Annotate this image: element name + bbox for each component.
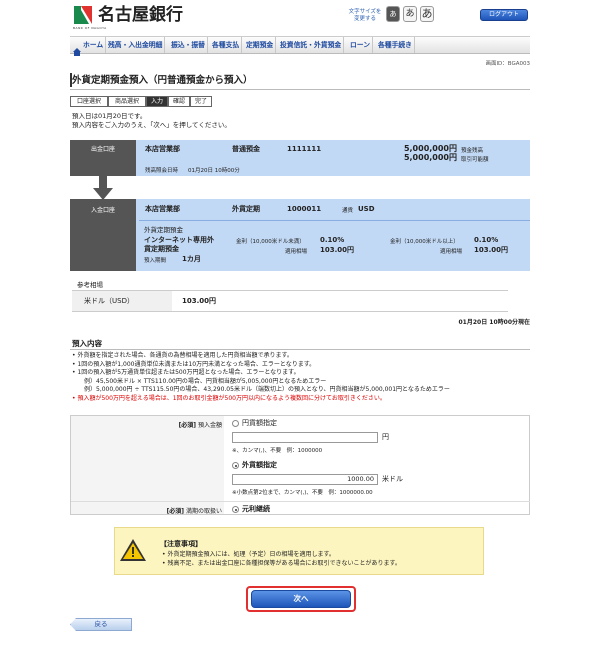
bank-name-sub: BANK OF NAGOYA [73,26,107,30]
withdraw-branch: 本店営業部 [145,145,180,153]
step-confirm: 確認 [168,96,190,107]
rate1-fx-value: 103.00円 [320,246,355,254]
note-warning: • 預入額が500万円を超える場合は、1回のお取引金額が500万円以内になるよう… [72,394,386,402]
note-2: • 1回の預入額が1,000通貨単位未満または10万円未満となった場合、エラーと… [72,360,316,368]
reference-rate-value: 103.00円 [182,297,217,305]
withdraw-asof-label: 残高照会日時 [145,168,179,174]
nav-item-loan[interactable]: ローン [348,37,374,53]
nav-item-investment[interactable]: 投資信託・外貨預金 [278,37,345,53]
reference-rate-currency: 米ドル（USD） [84,297,134,305]
bank-name: 名古屋銀行 [98,5,183,25]
nav-item-transfer[interactable]: 振込・振替 [169,37,208,53]
caution-title: 【注意事項】 [160,540,202,548]
period-label: 預入期間 [144,258,167,264]
nav-item-payments[interactable]: 各種支払 [210,37,243,53]
period-value: 1カ月 [182,255,201,263]
step-input: 入力 [146,96,168,107]
fx-amount-input[interactable]: 1000.00 [232,474,378,485]
deposit-number: 1000011 [287,205,322,213]
warning-icon [120,539,146,561]
caution-list: • 外貨定期預金預入には、処理（予定）日の相場を適用します。 • 残高不足、また… [162,550,401,568]
maturity-label: [必須] 満期の取扱い [166,508,222,515]
deposit-type: 外貨定期 [232,205,260,213]
step-account: 口座選択 [70,96,108,107]
reference-rate-timestamp: 01月20日 10時00分現在 [458,319,531,326]
yen-amount-input[interactable] [232,432,378,443]
intro-line-2: 預入内容をご入力のうえ、「次へ」を押してください。 [72,121,231,129]
fx-option-label: 外貨額指定 [242,461,277,469]
font-size-medium-button[interactable]: あ [403,6,417,22]
deposit-notes: • 外貨額を指定された場合、各通貨の為替相場を適用した円貨相当額で承ります。 •… [72,352,532,404]
yen-option-radio[interactable] [232,420,239,427]
note-3: • 1回の預入額が5万通貨単位超または500万円超となった場合、エラーとなります… [72,369,300,377]
caution-item-2: • 残高不足、または出金口座に各種担保等がある場合にお取引できないことがあります… [162,560,401,567]
deposit-currency: USD [358,205,375,213]
note-example-2: 例）5,000,000円 ÷ TTS115.50円の場合、43,290.05米ド… [84,386,450,394]
product-header: 外貨定期預金 [144,226,183,234]
rate1-value: 0.10% [320,236,345,244]
note-1: • 外貨額を指定された場合、各通貨の為替相場を適用した円貨相当額で承ります。 [72,352,293,359]
rate1-label: 金利（10,000米ドル未満） [236,239,305,245]
logout-button[interactable]: ログアウト [480,9,528,21]
deposit-currency-label: 通貨 [342,208,354,214]
page-title: 外貨定期預金預入（円普通預金から預入） [72,75,253,86]
font-size-small-button[interactable]: あ [386,6,400,22]
withdraw-available: 5,000,000円 [403,153,457,162]
bank-logo-icon [74,6,92,24]
caution-item-1: • 外貨定期預金預入には、処理（予定）日の相場を適用します。 [162,551,335,558]
font-size-large-button[interactable]: あ [420,6,434,22]
withdraw-available-label: 取引可能額 [461,157,489,163]
font-size-label: 文字サイズを変更する [348,9,382,22]
reference-rates-table [72,290,508,312]
form-row-divider [71,501,530,502]
intro-line-1: 預入日は01月20日です。 [72,112,147,120]
yen-option-label: 円貨額指定 [242,419,277,427]
nav-item-time-deposit[interactable]: 定期預金 [244,37,277,53]
title-divider [70,89,530,90]
step-complete: 完了 [190,96,212,107]
step-product: 商品選択 [108,96,146,107]
deposit-branch: 本店営業部 [145,205,180,213]
maturity-option-radio[interactable] [232,506,239,513]
deposit-details-title: 預入内容 [72,339,102,348]
product-name-line-2: 貨定期預金 [144,245,179,253]
maturity-option-label: 元利継続 [242,505,270,513]
rate2-label: 金利（10,000米ドル以上） [390,239,459,245]
withdraw-type: 普通預金 [232,145,260,153]
rate2-fx-value: 103.00円 [474,246,509,254]
intro-text: 預入日は01月20日です。 預入内容をご入力のうえ、「次へ」を押してください。 [72,112,231,130]
rate2-value: 0.10% [474,236,499,244]
form-label-column [71,416,224,514]
nav-item-procedures[interactable]: 各種手続き [376,37,415,53]
back-button[interactable]: 戻る [70,618,132,631]
withdraw-asof: 01月20日 10時00分 [188,168,240,174]
deposit-account-label: 入金口座 [70,199,136,271]
down-arrow-icon [93,176,113,200]
amount-label: [必須] 預入金額 [178,422,222,429]
withdraw-number: 1111111 [287,145,322,153]
yen-hint: ※、カンマ(,)、不要 例：1000000 [232,448,323,454]
fx-unit: 米ドル [382,475,403,483]
home-icon [73,41,81,60]
withdraw-balance-label: 預金残高 [461,148,484,154]
withdraw-account-label: 出金口座 [70,140,136,176]
rate1-fx-label: 適用相場 [285,249,308,255]
deposit-details-divider [70,349,530,350]
nav-item-balance[interactable]: 残高・入出金明細 [106,37,166,53]
product-name-line-1: インターネット専用外 [144,236,214,244]
fx-hint: ※小数点第2位まで、カンマ(,)、不要 例：1000000.00 [232,490,373,496]
global-nav: ホーム 残高・入出金明細 振込・振替 各種支払 定期預金 投資信託・外貨預金 ロ… [70,36,530,56]
screen-id: 画面ID：BGA003 [485,61,530,67]
rate2-fx-label: 適用相場 [440,249,463,255]
next-button[interactable]: 次へ [251,590,351,608]
nav-item-home[interactable]: ホーム [81,37,107,53]
fx-option-radio[interactable] [232,462,239,469]
reference-rates-title: 参考相場 [77,281,103,289]
yen-unit: 円 [382,433,389,441]
